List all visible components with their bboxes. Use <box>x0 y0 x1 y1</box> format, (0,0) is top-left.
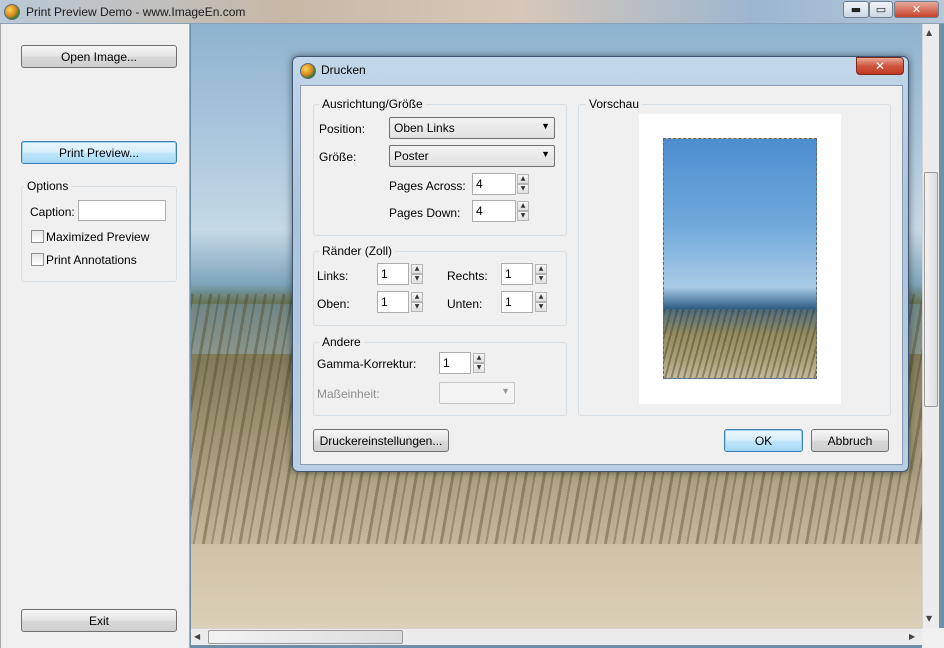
maximize-button[interactable]: ▭ <box>869 1 893 18</box>
chevron-down-icon: ▼ <box>541 121 550 131</box>
options-group-label: Options <box>24 179 72 193</box>
spin-down-icon[interactable]: ▼ <box>411 302 423 312</box>
exit-button[interactable]: Exit <box>21 609 177 632</box>
size-label: Größe: <box>319 150 357 164</box>
spin-up-icon[interactable]: ▲ <box>473 353 485 363</box>
right-margin-label: Rechts: <box>447 269 488 283</box>
right-margin-spinner[interactable]: ▲ ▼ <box>535 264 547 284</box>
bottom-margin-input[interactable]: 1 <box>501 291 533 313</box>
spin-down-icon[interactable]: ▼ <box>517 184 529 194</box>
spin-down-icon[interactable]: ▼ <box>473 363 485 373</box>
other-group-label: Andere <box>319 335 364 349</box>
spin-up-icon[interactable]: ▲ <box>535 292 547 302</box>
unit-select: ▼ <box>439 382 515 404</box>
print-annotations-checkbox[interactable] <box>31 253 44 266</box>
pages-across-input[interactable]: 4 <box>472 173 516 195</box>
caption-input[interactable] <box>78 200 166 221</box>
left-margin-label: Links: <box>317 269 349 283</box>
print-dialog: Drucken ✕ Ausrichtung/Größe Position: Ob… <box>292 56 909 472</box>
printer-settings-button[interactable]: Druckereinstellungen... <box>313 429 449 452</box>
preview-grass <box>664 309 816 378</box>
dialog-close-button[interactable]: ✕ <box>856 57 904 75</box>
scroll-corner <box>922 628 944 648</box>
left-panel <box>0 24 190 648</box>
margins-group-label: Ränder (Zoll) <box>319 244 396 258</box>
horizontal-scrollbar[interactable]: ◀ ▶ <box>191 628 922 645</box>
scroll-up-arrow-icon[interactable]: ▲ <box>926 28 932 37</box>
spin-up-icon[interactable]: ▲ <box>411 292 423 302</box>
horizontal-scroll-thumb[interactable] <box>208 630 403 644</box>
preview-paper <box>639 114 841 404</box>
preview-image <box>663 138 817 379</box>
position-value: Oben Links <box>394 121 455 135</box>
bottom-margin-label: Unten: <box>447 297 483 311</box>
cancel-button[interactable]: Abbruch <box>811 429 889 452</box>
maximized-preview-label: Maximized Preview <box>46 230 150 244</box>
dialog-icon <box>300 63 316 79</box>
dialog-title: Drucken <box>321 63 366 77</box>
print-preview-button[interactable]: Print Preview... <box>21 141 177 164</box>
spin-up-icon[interactable]: ▲ <box>517 174 529 184</box>
caption-label: Caption: <box>30 205 75 219</box>
left-margin-spinner[interactable]: ▲ ▼ <box>411 264 423 284</box>
top-margin-input[interactable]: 1 <box>377 291 409 313</box>
gamma-input[interactable]: 1 <box>439 352 471 374</box>
gamma-spinner[interactable]: ▲ ▼ <box>473 353 485 373</box>
preview-group-label: Vorschau <box>586 97 643 111</box>
spin-up-icon[interactable]: ▲ <box>535 264 547 274</box>
unit-label: Maßeinheit: <box>317 387 380 401</box>
pages-down-spinner[interactable]: ▲ ▼ <box>517 201 529 221</box>
spin-down-icon[interactable]: ▼ <box>411 274 423 284</box>
ok-button[interactable]: OK <box>724 429 803 452</box>
size-value: Poster <box>394 149 429 163</box>
bottom-margin-spinner[interactable]: ▲ ▼ <box>535 292 547 312</box>
open-image-button[interactable]: Open Image... <box>21 45 177 68</box>
dialog-client: Ausrichtung/Größe Position: Oben Links ▼… <box>300 85 903 465</box>
image-sand <box>191 544 928 629</box>
scroll-left-arrow-icon[interactable]: ◀ <box>194 632 200 641</box>
vertical-scroll-thumb[interactable] <box>924 172 938 407</box>
spin-down-icon[interactable]: ▼ <box>535 302 547 312</box>
spin-up-icon[interactable]: ▲ <box>517 201 529 211</box>
position-select[interactable]: Oben Links ▼ <box>389 117 555 139</box>
top-margin-label: Oben: <box>317 297 350 311</box>
minimize-button[interactable]: ▬ <box>843 1 869 18</box>
top-margin-spinner[interactable]: ▲ ▼ <box>411 292 423 312</box>
left-margin-input[interactable]: 1 <box>377 263 409 285</box>
close-button[interactable]: ✕ <box>894 1 939 18</box>
chevron-down-icon: ▼ <box>501 386 510 396</box>
app-icon <box>4 4 20 20</box>
window-title: Print Preview Demo - www.ImageEn.com <box>26 5 246 19</box>
spin-down-icon[interactable]: ▼ <box>535 274 547 284</box>
spin-up-icon[interactable]: ▲ <box>411 264 423 274</box>
right-margin-input[interactable]: 1 <box>501 263 533 285</box>
orientation-group-label: Ausrichtung/Größe <box>319 97 426 111</box>
maximized-preview-checkbox[interactable] <box>31 230 44 243</box>
size-select[interactable]: Poster ▼ <box>389 145 555 167</box>
pages-down-input[interactable]: 4 <box>472 200 516 222</box>
pages-across-label: Pages Across: <box>389 179 466 193</box>
pages-down-label: Pages Down: <box>389 206 461 220</box>
pages-across-spinner[interactable]: ▲ ▼ <box>517 174 529 194</box>
chevron-down-icon: ▼ <box>541 149 550 159</box>
scroll-down-arrow-icon[interactable]: ▼ <box>926 614 932 623</box>
position-label: Position: <box>319 122 366 136</box>
scroll-right-arrow-icon[interactable]: ▶ <box>909 632 915 641</box>
gamma-label: Gamma-Korrektur: <box>317 357 417 371</box>
print-annotations-label: Print Annotations <box>46 253 137 267</box>
vertical-scrollbar[interactable]: ▲ ▼ <box>922 24 939 629</box>
spin-down-icon[interactable]: ▼ <box>517 211 529 221</box>
